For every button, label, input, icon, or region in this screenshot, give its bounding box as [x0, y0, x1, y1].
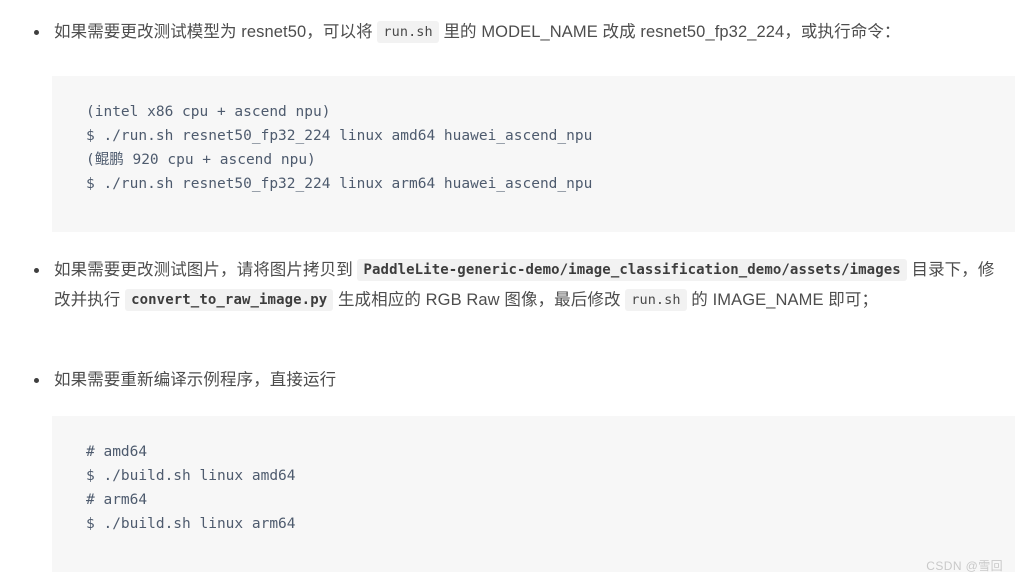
- codeblock-build-sh-content: # amd64 $ ./build.sh linux amd64 # arm64 $ …: [86, 440, 1015, 536]
- bullet-change-image-text: 如果需要更改测试图片，请将图片拷贝到 PaddleLite-generic-de…: [54, 259, 994, 311]
- codeblock-build-sh[interactable]: # amd64 $ ./build.sh linux amd64 # arm64 $ …: [52, 416, 1015, 572]
- inline-code-images-path: PaddleLite-generic-demo/image_classifica…: [357, 259, 907, 281]
- bullet-rebuild-demo: 如果需要重新编译示例程序，直接运行: [30, 365, 1005, 395]
- codeblock-run-sh[interactable]: (intel x86 cpu + ascend npu) $ ./run.sh r…: [52, 76, 1015, 232]
- code-line: $ ./run.sh resnet50_fp32_224 linux arm64…: [86, 176, 593, 192]
- code-line: # arm64: [86, 492, 148, 508]
- bullet-change-image: 如果需要更改测试图片，请将图片拷贝到 PaddleLite-generic-de…: [30, 255, 1005, 315]
- inline-code-convert-script: convert_to_raw_image.py: [125, 289, 334, 311]
- code-line: $ ./build.sh linux amd64: [86, 468, 296, 484]
- bullet-rebuild-demo-text: 如果需要重新编译示例程序，直接运行: [54, 371, 337, 389]
- bullet-change-model-text: 如果需要更改测试模型为 resnet50，可以将 run.sh 里的 MODEL…: [54, 21, 901, 43]
- code-line: (鲲鹏 920 cpu + ascend npu): [86, 152, 316, 168]
- codeblock-run-sh-content: (intel x86 cpu + ascend npu) $ ./run.sh r…: [86, 100, 1015, 196]
- code-line: (intel x86 cpu + ascend npu): [86, 104, 331, 120]
- csdn-watermark: CSDN @雪回: [926, 559, 1003, 573]
- inline-code-run-sh-2: run.sh: [625, 289, 687, 311]
- bullet-change-model: 如果需要更改测试模型为 resnet50，可以将 run.sh 里的 MODEL…: [30, 17, 1005, 47]
- text-run: 里的 MODEL_NAME 改成 resnet50_fp32_224，或执行命令…: [438, 23, 901, 41]
- text-run: 的 IMAGE_NAME 即可；: [686, 291, 879, 309]
- text-run: 生成相应的 RGB Raw 图像，最后修改: [333, 291, 626, 309]
- text-run: 如果需要更改测试图片，请将图片拷贝到: [54, 261, 358, 279]
- inline-code-run-sh: run.sh: [377, 21, 439, 43]
- code-line: $ ./run.sh resnet50_fp32_224 linux amd64…: [86, 128, 593, 144]
- document-page: 如果需要更改测试模型为 resnet50，可以将 run.sh 里的 MODEL…: [0, 0, 1015, 580]
- text-run: 如果需要更改测试模型为 resnet50，可以将: [54, 23, 378, 41]
- code-line: # amd64: [86, 444, 148, 460]
- code-line: $ ./build.sh linux arm64: [86, 516, 296, 532]
